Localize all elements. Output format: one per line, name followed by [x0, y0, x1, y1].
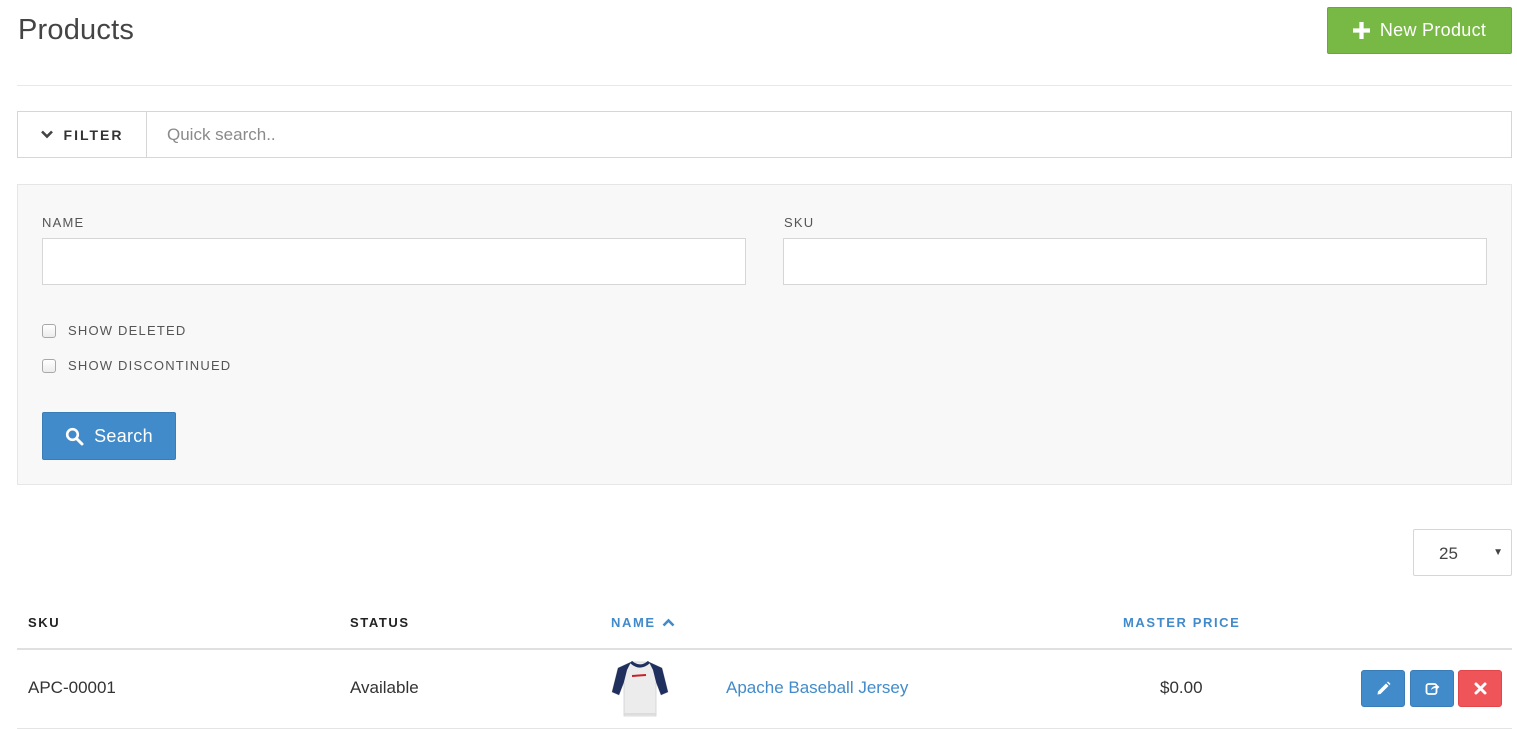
new-product-label: New Product — [1379, 20, 1487, 40]
show-deleted-label: SHOW DELETED — [68, 323, 187, 338]
column-header-status: STATUS — [350, 615, 410, 630]
header-divider — [17, 85, 1512, 86]
per-page-value: 25 — [1439, 544, 1458, 563]
row-sku: APC-00001 — [28, 678, 116, 697]
chevron-up-icon — [662, 618, 675, 627]
filter-toggle-button[interactable]: FILTER — [17, 111, 147, 158]
plus-icon — [1352, 22, 1370, 39]
baseball-jersey-image[interactable] — [610, 658, 670, 718]
column-header-name[interactable]: NAME — [611, 615, 675, 630]
name-field-label: NAME — [42, 215, 85, 230]
show-discontinued-label: SHOW DISCONTINUED — [68, 358, 232, 373]
search-icon — [65, 427, 84, 445]
new-product-button[interactable]: New Product — [1327, 7, 1512, 54]
page-title: Products — [18, 14, 135, 46]
column-header-master-price[interactable]: MASTER PRICE — [1123, 615, 1240, 630]
caret-down-icon: ▼ — [1493, 547, 1503, 558]
edit-button[interactable] — [1361, 670, 1405, 707]
filter-panel: NAME SKU SHOW DELETED SHOW DISCONTINUED … — [17, 184, 1512, 485]
per-page-select[interactable]: 25 ▼ — [1413, 529, 1512, 576]
show-discontinued-option[interactable]: SHOW DISCONTINUED — [42, 358, 231, 373]
row-master-price: $0.00 — [1160, 678, 1203, 697]
pencil-icon — [1377, 681, 1390, 695]
search-button[interactable]: Search — [42, 412, 176, 460]
filter-toggle-label: FILTER — [63, 126, 124, 143]
show-deleted-checkbox[interactable] — [42, 323, 56, 338]
close-icon — [1474, 682, 1486, 695]
search-button-label: Search — [94, 425, 153, 446]
clone-button[interactable] — [1410, 670, 1454, 707]
product-name-link[interactable]: Apache Baseball Jersey — [726, 678, 908, 698]
share-icon — [1425, 683, 1439, 695]
column-header-name-label: NAME — [611, 615, 656, 630]
show-discontinued-checkbox[interactable] — [42, 358, 56, 373]
show-deleted-option[interactable]: SHOW DELETED — [42, 323, 186, 338]
table-header-divider — [17, 648, 1512, 650]
name-field[interactable] — [42, 238, 746, 285]
chevron-down-icon — [40, 130, 53, 139]
delete-button[interactable] — [1458, 670, 1502, 707]
filter-bar: FILTER — [17, 111, 1512, 158]
sku-field-label: SKU — [784, 215, 815, 230]
column-header-sku: SKU — [28, 615, 61, 630]
row-status: Available — [350, 678, 419, 697]
quick-search-input[interactable] — [147, 111, 1512, 158]
sku-field[interactable] — [783, 238, 1487, 285]
